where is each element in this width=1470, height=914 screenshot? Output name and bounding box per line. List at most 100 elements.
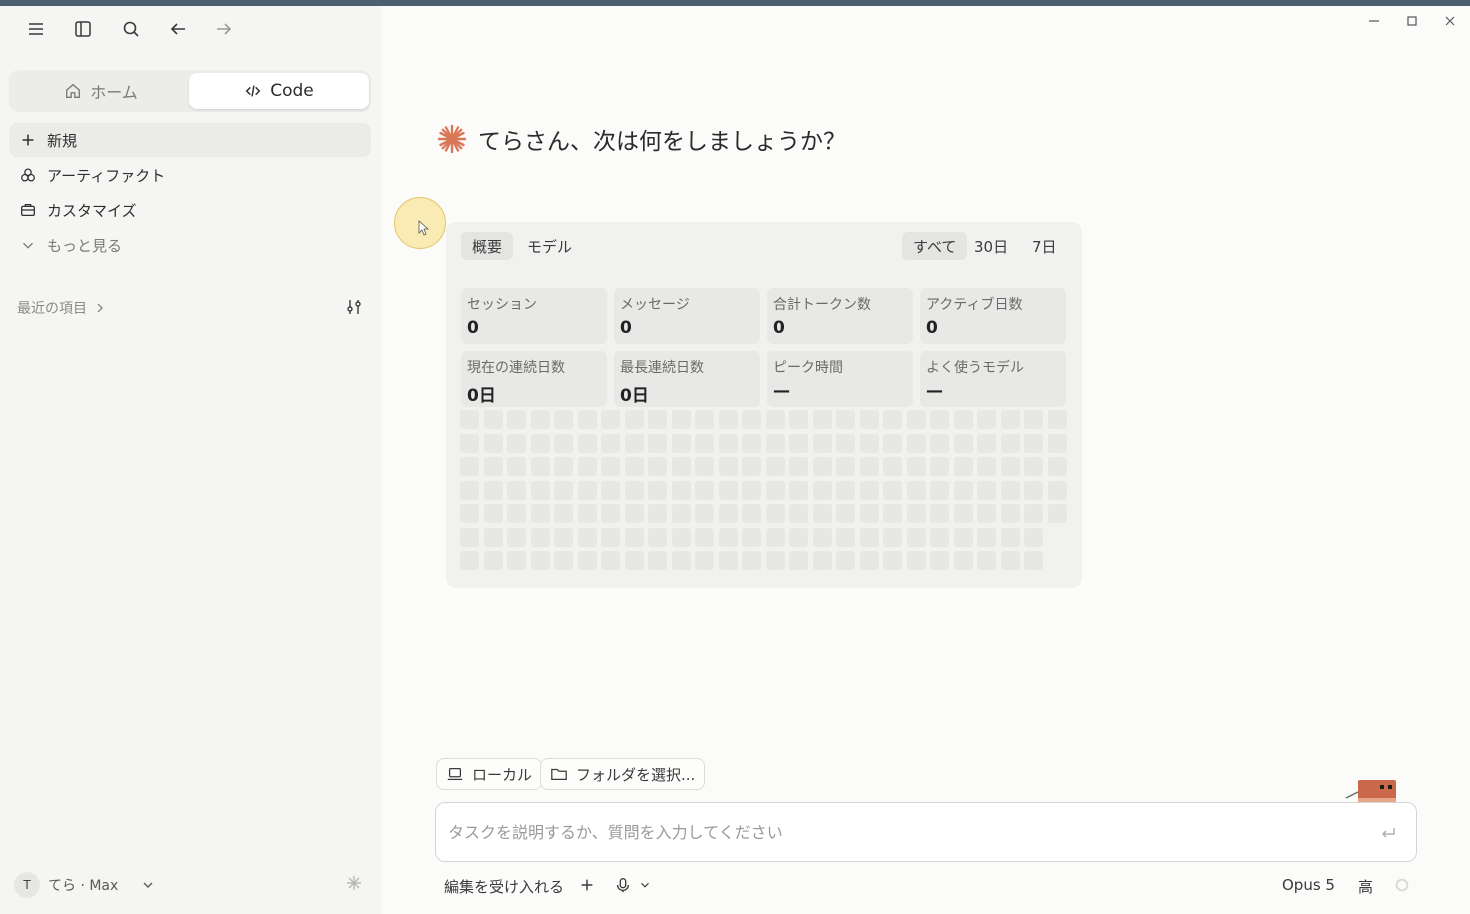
- tab-overview[interactable]: 概要: [461, 232, 514, 260]
- sidebar-item-artifacts[interactable]: アーティファクト: [9, 158, 371, 192]
- heatmap-cell: [695, 504, 714, 523]
- briefcase-icon: [21, 203, 35, 217]
- heatmap-cell: [507, 504, 526, 523]
- heatmap-cell: [906, 457, 926, 476]
- heatmap-cell: [812, 551, 832, 570]
- heatmap-cell: [1000, 480, 1020, 500]
- prompt-input[interactable]: [448, 819, 1348, 845]
- claude-spark-icon[interactable]: [340, 869, 368, 897]
- heatmap-cell: [695, 527, 714, 547]
- local-env-label: ローカル: [472, 765, 533, 784]
- heatmap-cell: [906, 504, 926, 523]
- home-icon: [66, 83, 81, 98]
- microphone-icon: [616, 878, 630, 893]
- heatmap-cell: [789, 527, 808, 547]
- back-arrow-icon[interactable]: [164, 15, 192, 43]
- main-content: てらさん、次は何をしましょうか？ 概要 モデル すべて 30日 7日 セッション…: [382, 6, 1470, 914]
- heatmap-cell: [789, 457, 808, 476]
- heatmap-cell: [483, 504, 503, 523]
- claude-logo-icon: [437, 124, 467, 154]
- heatmap-cell: [577, 480, 597, 500]
- recent-items-header[interactable]: 最近の項目: [17, 298, 107, 318]
- sidebar-item-more[interactable]: もっと見る: [9, 228, 371, 262]
- heatmap-cell: [695, 433, 714, 453]
- heatmap-cell: [812, 480, 832, 500]
- filter-sliders-icon[interactable]: [340, 293, 368, 321]
- heatmap-cell: [460, 410, 479, 429]
- heatmap-cell: [742, 433, 761, 453]
- usage-stats-card: 概要 モデル すべて 30日 7日 セッション 0 メッセージ 0 合計トークン…: [446, 222, 1082, 588]
- sidebar-item-label: 新規: [47, 131, 78, 150]
- heatmap-cell: [859, 504, 879, 523]
- forward-arrow-icon[interactable]: [210, 15, 238, 43]
- minimize-icon[interactable]: [1360, 7, 1388, 35]
- heatmap-cell: [601, 551, 620, 570]
- range-7-days[interactable]: 7日: [1021, 232, 1068, 260]
- stat-value: 0: [773, 318, 785, 338]
- page-title: てらさん、次は何をしましょうか？: [436, 122, 846, 156]
- maximize-icon[interactable]: [1398, 7, 1426, 35]
- heatmap-cell: [742, 551, 761, 570]
- heatmap-cell: [624, 551, 644, 570]
- accept-edits-button[interactable]: 編集を受け入れる: [444, 876, 564, 897]
- heatmap-cell: [554, 480, 573, 500]
- prompt-input-box[interactable]: [435, 802, 1417, 862]
- enter-icon[interactable]: [1378, 823, 1398, 843]
- heatmap-cell: [1024, 410, 1043, 429]
- stat-value: —: [926, 381, 943, 401]
- heatmap-cell: [883, 527, 902, 547]
- heatmap-cell: [507, 551, 526, 570]
- accept-edits-label: 編集を受け入れる: [444, 878, 565, 896]
- heatmap-cell: [836, 457, 855, 476]
- tab-home[interactable]: ホーム: [11, 73, 191, 109]
- stat-active-days: アクティブ日数 0: [920, 288, 1066, 344]
- heatmap-cell: [765, 457, 785, 476]
- close-icon[interactable]: [1436, 7, 1464, 35]
- effort-selector[interactable]: 高: [1358, 876, 1373, 897]
- select-folder-button[interactable]: フォルダを選択...: [540, 758, 706, 790]
- stat-total-tokens: 合計トークン数 0: [767, 288, 913, 344]
- progress-ring-icon: [1395, 878, 1409, 892]
- heatmap-cell: [765, 527, 785, 547]
- stat-label: 合計トークン数: [773, 297, 871, 313]
- heatmap-cell: [883, 433, 902, 453]
- voice-input-button[interactable]: [614, 876, 652, 894]
- sidebar-item-customize[interactable]: カスタマイズ: [9, 193, 371, 227]
- tab-model[interactable]: モデル: [516, 232, 583, 260]
- heatmap-cell: [671, 410, 691, 429]
- heatmap-cell: [953, 457, 973, 476]
- menu-icon[interactable]: [22, 15, 50, 43]
- model-selector[interactable]: Opus 5: [1282, 876, 1335, 894]
- context-usage-indicator[interactable]: [1393, 876, 1411, 894]
- sidebar-toggle-icon[interactable]: [69, 15, 97, 43]
- heatmap-cell: [906, 410, 926, 429]
- heatmap-cell: [554, 527, 573, 547]
- range-30-days[interactable]: 30日: [963, 232, 1019, 260]
- local-env-button[interactable]: ローカル: [436, 758, 543, 790]
- heatmap-cell: [1000, 527, 1020, 547]
- stat-value: 0: [467, 318, 479, 338]
- search-icon[interactable]: [117, 15, 145, 43]
- add-attachment-button[interactable]: [578, 876, 596, 894]
- heatmap-cell: [859, 457, 879, 476]
- range-all[interactable]: すべて: [902, 232, 968, 260]
- stat-label: 最長連続日数: [620, 360, 704, 376]
- stat-longest-streak: 最長連続日数 0日: [614, 351, 760, 407]
- heatmap-cell: [1000, 551, 1020, 570]
- stat-value: —: [773, 381, 790, 401]
- heatmap-cell: [789, 410, 808, 429]
- heatmap-cell: [765, 504, 785, 523]
- sidebar-item-new[interactable]: 新規: [9, 123, 371, 157]
- sidebar-item-label: アーティファクト: [47, 166, 166, 185]
- heatmap-cell: [765, 551, 785, 570]
- chevron-down-icon: [143, 882, 153, 888]
- heatmap-cell: [671, 480, 691, 500]
- heatmap-cell: [695, 480, 714, 500]
- heatmap-cell: [742, 504, 761, 523]
- heatmap-cell: [624, 410, 644, 429]
- heatmap-cell: [812, 410, 832, 429]
- heatmap-cell: [883, 504, 902, 523]
- tab-code[interactable]: Code: [189, 73, 369, 109]
- heatmap-cell: [718, 480, 738, 500]
- user-menu[interactable]: T てら · Max: [14, 872, 156, 898]
